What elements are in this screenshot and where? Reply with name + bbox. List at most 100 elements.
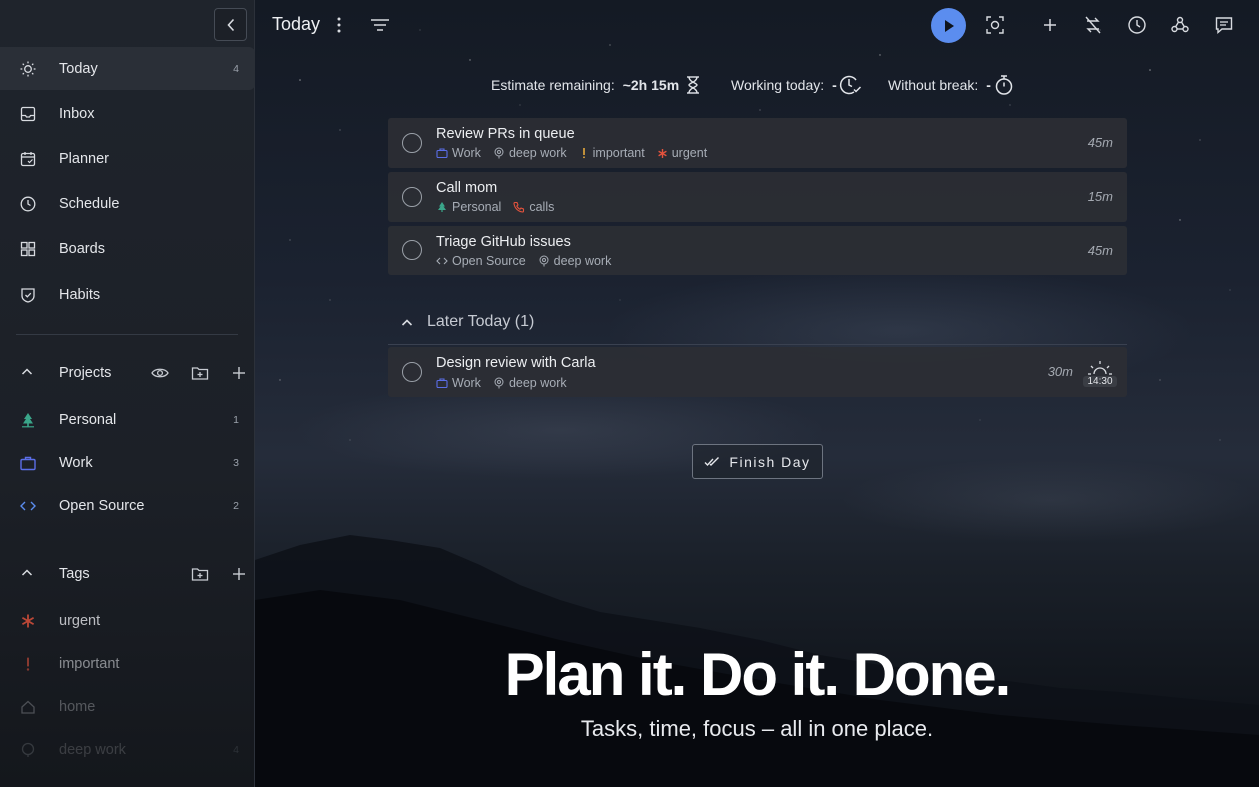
sidebar-item-count: 1: [233, 413, 239, 426]
sidebar-tag-deep-work[interactable]: deep work 4: [0, 728, 255, 771]
plus-icon[interactable]: [229, 564, 249, 584]
task-meta: Work deep work: [436, 376, 567, 390]
clock-icon: [19, 195, 37, 213]
task-project: Work: [436, 146, 481, 160]
sidebar-item-count: 4: [233, 743, 239, 756]
folder-add-icon[interactable]: [190, 564, 210, 584]
task-project-label: Work: [452, 376, 481, 390]
task-project: Work: [436, 376, 481, 390]
add-task-icon[interactable]: [1037, 12, 1063, 38]
collapse-sidebar-button[interactable]: [214, 8, 247, 41]
break-value: -: [986, 77, 991, 93]
chevron-left-icon: [226, 18, 234, 31]
webhook-icon[interactable]: [1167, 12, 1193, 38]
sidebar-item-habits[interactable]: Habits: [0, 273, 255, 316]
task-tag-label: calls: [529, 200, 555, 214]
sidebar-item-count: 3: [233, 456, 239, 469]
brain-icon: [494, 377, 504, 389]
code-icon: [19, 497, 37, 515]
chevron-up-icon: [400, 316, 414, 335]
tags-section-header[interactable]: Tags: [0, 559, 255, 589]
projects-section-header[interactable]: Projects: [0, 358, 255, 388]
sidebar-tag-urgent[interactable]: urgent: [0, 599, 255, 642]
projects-label: Projects: [59, 365, 112, 381]
task-meta: Personal calls: [436, 200, 554, 214]
chat-icon[interactable]: [1211, 12, 1237, 38]
scheduled-time-badge[interactable]: 14:30: [1083, 359, 1117, 389]
task-tag: important: [579, 146, 645, 160]
tree-icon: [438, 202, 446, 212]
sidebar-item-count: 2: [233, 499, 239, 512]
hero-subtitle: Tasks, time, focus – all in one place.: [580, 716, 934, 741]
task-checkbox[interactable]: [402, 187, 422, 207]
brain-icon: [494, 147, 504, 159]
sidebar-item-inbox[interactable]: Inbox: [0, 92, 255, 135]
sidebar-item-label: deep work: [59, 741, 126, 758]
hourglass-icon: [685, 75, 701, 95]
task-project-label: Open Source: [452, 254, 526, 268]
task-tag-label: deep work: [553, 254, 612, 268]
task-tag-label: deep work: [508, 376, 567, 390]
asterisk-icon: [19, 612, 37, 630]
sidebar-tag-important[interactable]: important: [0, 642, 255, 685]
task-tag: urgent: [657, 146, 707, 160]
folder-add-icon[interactable]: [190, 363, 210, 383]
task-title: Design review with Carla: [436, 355, 596, 371]
task-title: Triage GitHub issues: [436, 234, 571, 250]
task-checkbox[interactable]: [402, 133, 422, 153]
sidebar-project-personal[interactable]: Personal 1: [0, 398, 255, 441]
play-button[interactable]: [931, 8, 966, 43]
brain-icon: [539, 255, 549, 267]
page-title: Today: [272, 14, 321, 34]
hero-title: Plan it. Do it. Done.: [504, 641, 1012, 708]
estimate-label: Estimate remaining:: [491, 77, 615, 93]
task-card[interactable]: Triage GitHub issues Open Source deep wo…: [388, 226, 1127, 275]
briefcase-icon: [19, 454, 37, 472]
history-clock-icon[interactable]: [1124, 12, 1150, 38]
task-card[interactable]: Call mom Personal calls 15m: [388, 172, 1127, 222]
working-label: Working today:: [731, 77, 825, 93]
task-checkbox[interactable]: [402, 240, 422, 260]
sidebar-tag-home[interactable]: home: [0, 685, 255, 728]
task-checkbox[interactable]: [402, 362, 422, 382]
finish-day-button[interactable]: Finish Day: [692, 444, 823, 479]
later-today-label: Later Today (1): [427, 313, 535, 330]
filter-icon[interactable]: [367, 12, 393, 38]
sidebar-item-label: Schedule: [59, 195, 120, 212]
sidebar: Today 4 Inbox Planner Schedule Boards Ha…: [0, 0, 255, 787]
sidebar-project-work[interactable]: Work 3: [0, 441, 255, 484]
sidebar-item-schedule[interactable]: Schedule: [0, 182, 255, 225]
task-tag: deep work: [538, 254, 612, 268]
phone-icon: [513, 201, 525, 213]
sidebar-item-label: Personal: [59, 411, 117, 428]
sidebar-item-boards[interactable]: Boards: [0, 227, 255, 270]
plus-icon[interactable]: [229, 363, 249, 383]
task-project-label: Work: [452, 146, 481, 160]
more-vertical-icon[interactable]: [326, 12, 352, 38]
brain-icon: [19, 741, 37, 759]
sunrise-icon: [1088, 361, 1112, 375]
focus-icon[interactable]: [982, 12, 1008, 38]
task-estimate: 45m: [1087, 243, 1113, 258]
working-value: -: [832, 77, 837, 93]
sidebar-item-label: Planner: [59, 150, 109, 167]
task-tag: calls: [513, 200, 554, 214]
sidebar-project-open-source[interactable]: Open Source 2: [0, 484, 255, 527]
task-card[interactable]: Design review with Carla Work deep work …: [388, 347, 1127, 397]
exclamation-icon: [19, 655, 37, 673]
stats-bar: Estimate remaining: ~2h 15m Working toda…: [0, 72, 1259, 98]
sidebar-item-label: Habits: [59, 286, 101, 303]
task-project-label: Personal: [452, 200, 502, 214]
later-today-header[interactable]: Later Today (1): [388, 308, 1127, 345]
eye-icon[interactable]: [150, 363, 170, 383]
chevron-up-icon: [20, 364, 34, 382]
break-label: Without break:: [888, 77, 979, 93]
sidebar-item-planner[interactable]: Planner: [0, 137, 255, 180]
working-stat: Working today: -: [731, 72, 863, 98]
task-tag: deep work: [493, 376, 567, 390]
task-meta: Work deep work important urgent: [436, 146, 707, 160]
task-card[interactable]: Review PRs in queue Work deep work impor…: [388, 118, 1127, 168]
stopwatch-icon: [993, 74, 1015, 96]
double-check-icon: [704, 456, 720, 466]
sync-off-icon[interactable]: [1080, 12, 1106, 38]
